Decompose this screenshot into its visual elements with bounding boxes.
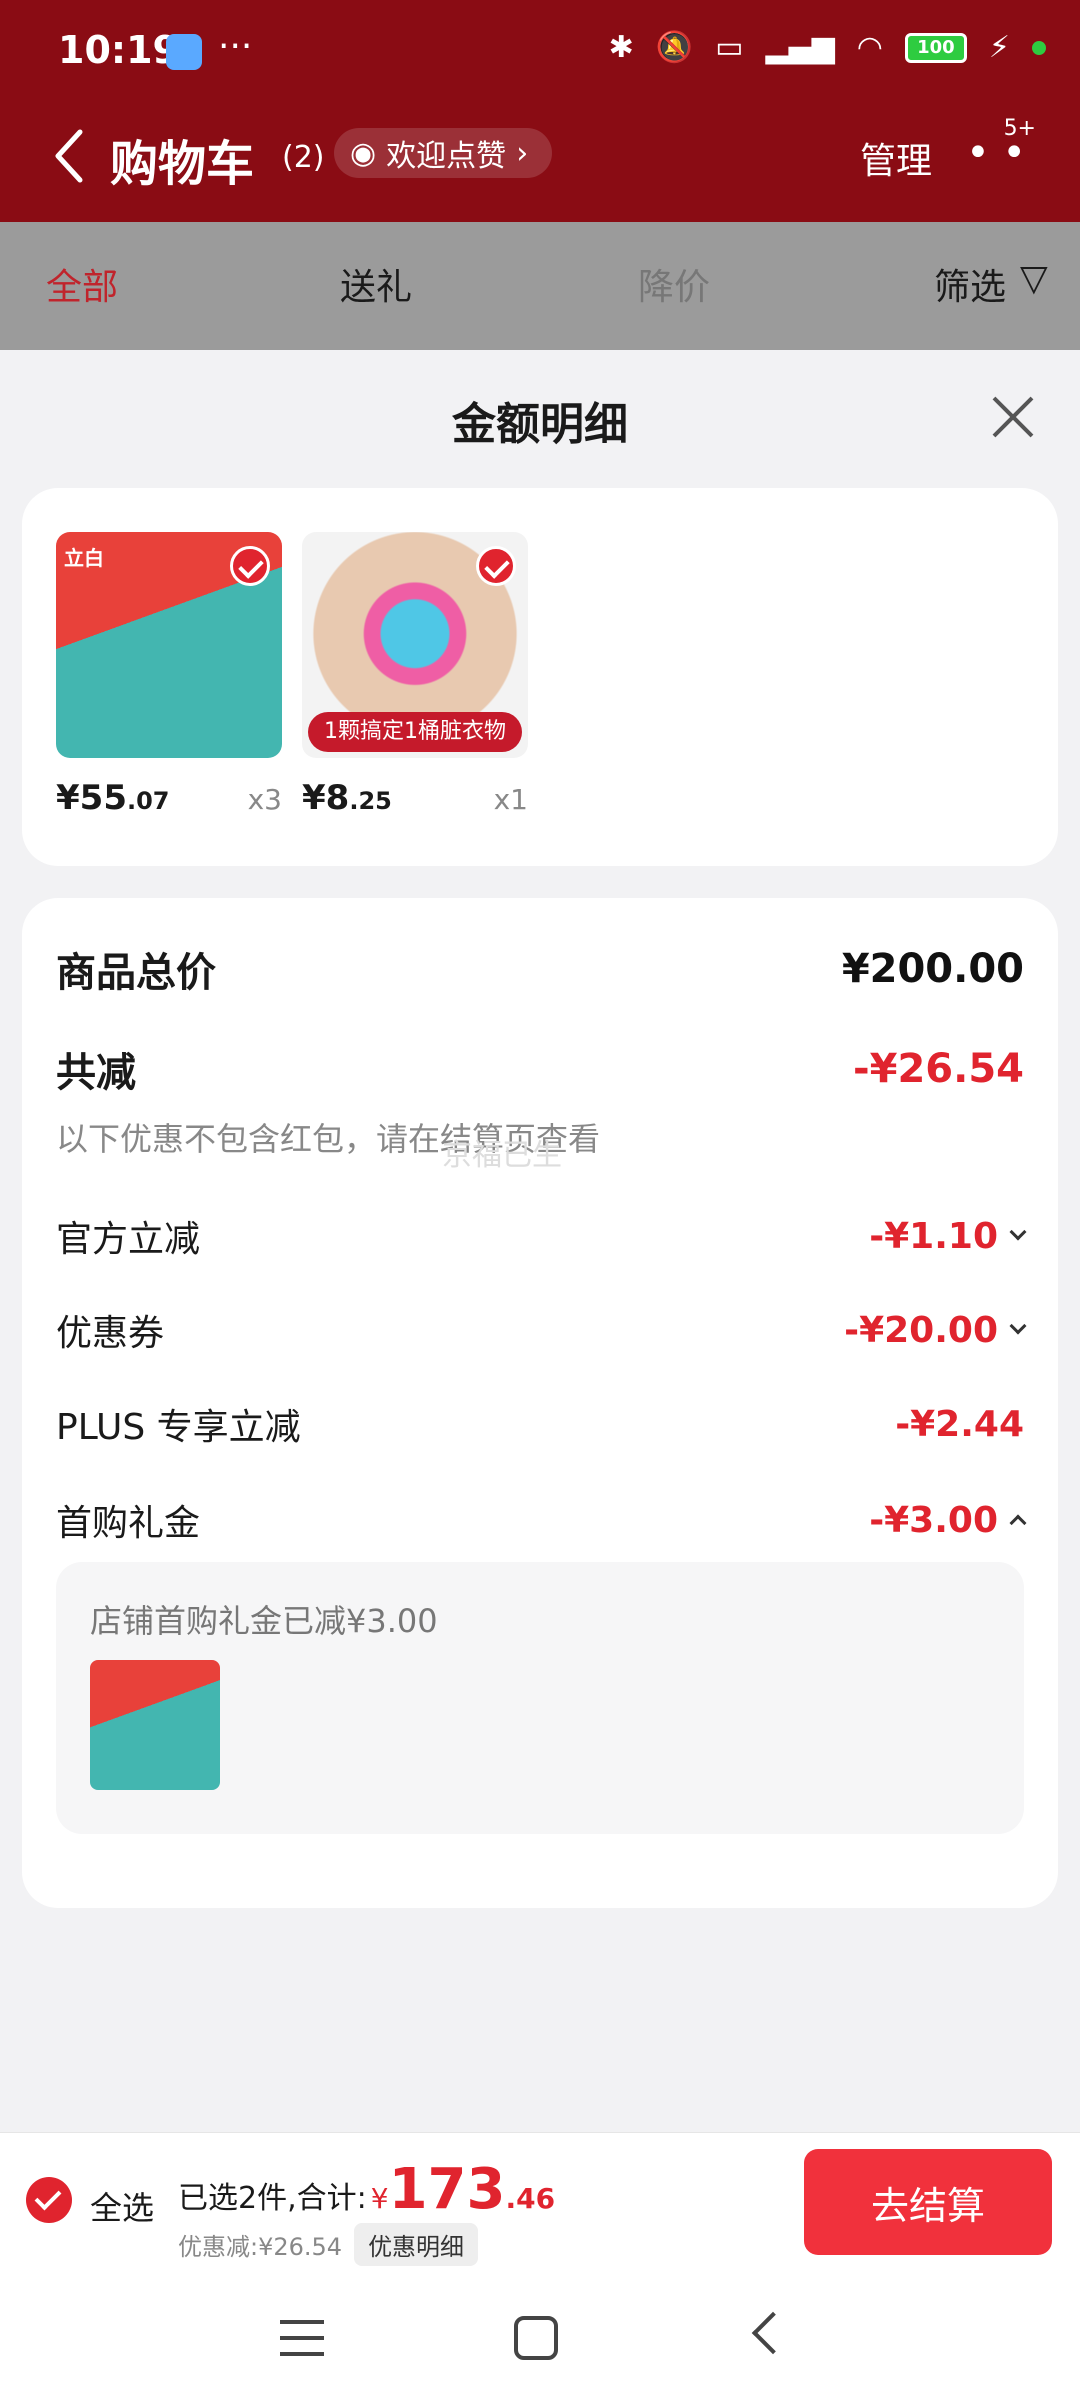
selected-products-card: 立白 ¥55.07 x3 1颗搞定1桶脏衣物 ¥8.25 x1 xyxy=(22,488,1058,866)
total-reduction-value: -¥26.54 xyxy=(853,1046,1024,1092)
first-purchase-gift-value: -¥3.00 xyxy=(869,1500,1027,1541)
gift-detail-box: 店铺首购礼金已减¥3.00 xyxy=(56,1562,1024,1834)
status-bar: 10:19 ··· ✱ 🔕 ▭ ▂▄▆ ◠ 100 ⚡ xyxy=(0,0,1080,106)
product-price: ¥8.25 xyxy=(302,778,392,818)
more-menu-icon[interactable]: • • xyxy=(966,130,1026,176)
select-all-label[interactable]: 全选 xyxy=(90,2183,154,2229)
selected-check-icon xyxy=(476,546,516,586)
select-all-checkbox[interactable] xyxy=(26,2177,72,2223)
product-quantity: x3 xyxy=(247,783,282,816)
system-nav-bar xyxy=(0,2270,1080,2400)
summary-label: 已选2件,合计: xyxy=(178,2181,367,2216)
welcome-like-button[interactable]: ◉ 欢迎点赞 › xyxy=(334,128,553,178)
checkout-button[interactable]: 去结算 xyxy=(804,2149,1052,2255)
tab-all[interactable]: 全部 xyxy=(46,258,118,310)
app-notification-icon xyxy=(166,34,202,70)
coupon-value: -¥20.00 xyxy=(844,1310,1027,1351)
product-item[interactable]: 立白 ¥55.07 x3 xyxy=(56,532,282,818)
product-banner: 1颗搞定1桶脏衣物 xyxy=(308,712,522,752)
top-header-area: 10:19 ··· ✱ 🔕 ▭ ▂▄▆ ◠ 100 ⚡ 购物车 (2) ◉ 欢迎… xyxy=(0,0,1080,222)
total-amount-int: 173 xyxy=(388,2157,506,2222)
plus-discount-label: PLUS 专享立减 xyxy=(56,1407,301,1448)
battery-icon: 100 xyxy=(904,32,967,63)
official-discount-value: -¥1.10 xyxy=(869,1216,1027,1257)
chevron-down-icon xyxy=(1009,1223,1027,1241)
chevron-down-icon xyxy=(1009,1317,1027,1335)
plus-discount-value: -¥2.44 xyxy=(895,1403,1024,1445)
watermark-text: 京福已生 xyxy=(442,1138,562,1173)
currency-symbol: ¥ xyxy=(370,2182,389,2215)
sheet-title: 金额明细 xyxy=(452,399,628,450)
coupon-row[interactable]: 优惠券 -¥20.00 xyxy=(56,1304,1027,1356)
bluetooth-icon: ✱ xyxy=(608,30,634,65)
privacy-dot-icon xyxy=(1032,40,1046,55)
back-arrow-icon[interactable] xyxy=(50,126,90,186)
more-notifications-icon: ··· xyxy=(218,26,253,67)
gift-detail-text: 店铺首购礼金已减¥3.00 xyxy=(90,1602,438,1640)
product-thumbnail: 立白 xyxy=(56,532,282,758)
first-purchase-gift-label: 首购礼金 xyxy=(56,1503,201,1544)
total-reduction-label: 共减 xyxy=(56,1050,136,1096)
price-breakdown-card: 商品总价 ¥200.00 共减 -¥26.54 以下优惠不包含红包，请在结算页查… xyxy=(22,898,1058,1908)
welcome-label: 欢迎点赞 xyxy=(386,139,507,174)
status-icons: ✱ 🔕 ▭ ▂▄▆ ◠ 100 ⚡ xyxy=(609,30,1046,65)
filter-funnel-icon[interactable]: ▽ xyxy=(1020,258,1048,299)
brand-label: 立白 xyxy=(64,546,104,570)
total-price-label: 商品总价 xyxy=(56,950,216,996)
signal-icon: ▂▄▆ xyxy=(765,30,835,65)
coupon-label: 优惠券 xyxy=(56,1313,165,1354)
tab-gift[interactable]: 送礼 xyxy=(340,258,412,310)
chevron-up-icon xyxy=(1009,1514,1027,1532)
back-icon[interactable] xyxy=(751,2311,795,2355)
product-item[interactable]: 1颗搞定1桶脏衣物 ¥8.25 x1 xyxy=(302,532,528,818)
total-amount-dec: .46 xyxy=(505,2182,556,2215)
total-reduction-row: 共减 -¥26.54 xyxy=(56,1040,1024,1098)
first-purchase-gift-row[interactable]: 首购礼金 -¥3.00 xyxy=(56,1494,1027,1546)
gift-product-thumbnail xyxy=(90,1660,220,1790)
discount-summary: 优惠减:¥26.54 优惠明细 xyxy=(178,2223,479,2266)
chevron-right-icon: › xyxy=(516,135,529,171)
tab-filter[interactable]: 筛选 xyxy=(934,258,1006,310)
laptop-icon: ▭ xyxy=(715,30,744,65)
manage-button[interactable]: 管理 xyxy=(860,132,932,184)
product-quantity: x1 xyxy=(493,783,528,816)
discount-detail-button[interactable]: 优惠明细 xyxy=(354,2223,479,2266)
cart-count: (2) xyxy=(282,140,325,175)
amount-detail-sheet: 金额明细 立白 ¥55.07 x3 1颗搞定1桶脏衣物 ¥8.25 x1 商品总… xyxy=(0,350,1080,2132)
official-discount-label: 官方立减 xyxy=(56,1219,201,1260)
order-summary: 已选2件,合计: ¥ 173 .46 xyxy=(178,2157,555,2222)
product-price: ¥55.07 xyxy=(56,778,170,818)
close-icon[interactable] xyxy=(990,394,1036,440)
cart-header: 购物车 (2) ◉ 欢迎点赞 › 管理 5+ • • xyxy=(0,106,1080,222)
total-price-value: ¥200.00 xyxy=(841,946,1024,992)
selected-check-icon xyxy=(230,546,270,586)
tab-price-drop[interactable]: 降价 xyxy=(638,258,710,310)
wifi-icon: ◠ xyxy=(856,30,883,65)
checkout-bar: 全选 已选2件,合计: ¥ 173 .46 优惠减:¥26.54 优惠明细 去结… xyxy=(0,2132,1080,2270)
charging-icon: ⚡ xyxy=(988,30,1010,65)
home-icon[interactable] xyxy=(514,2316,558,2360)
page-title: 购物车 xyxy=(110,136,255,192)
cart-filter-tabs: 全部 送礼 降价 筛选 ▽ xyxy=(0,222,1080,350)
plus-discount-row: PLUS 专享立减 -¥2.44 xyxy=(56,1398,1024,1450)
recent-apps-icon[interactable] xyxy=(280,2320,324,2356)
mute-icon: 🔕 xyxy=(655,30,694,65)
total-price-row: 商品总价 ¥200.00 xyxy=(56,940,1024,998)
status-time: 10:19 xyxy=(58,28,179,72)
official-discount-row[interactable]: 官方立减 -¥1.10 xyxy=(56,1210,1027,1262)
eye-icon: ◉ xyxy=(350,135,377,171)
discount-amount: 优惠减:¥26.54 xyxy=(178,2233,343,2261)
product-thumbnail: 1颗搞定1桶脏衣物 xyxy=(302,532,528,758)
